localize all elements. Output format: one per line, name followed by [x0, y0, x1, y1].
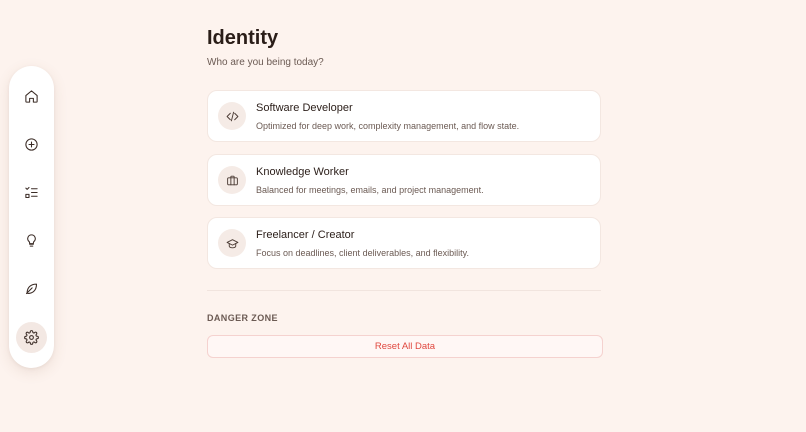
briefcase-icon-badge — [218, 166, 246, 194]
home-icon — [25, 90, 38, 103]
graduation-cap-icon — [226, 238, 238, 248]
page-subtitle: Who are you being today? — [207, 57, 324, 68]
identity-card-title: Freelancer / Creator — [256, 229, 355, 241]
identity-card-title: Software Developer — [256, 102, 353, 114]
identity-card-title: Knowledge Worker — [256, 166, 349, 178]
page-title: Identity — [207, 27, 279, 49]
identity-card-freelancer-creator[interactable]: Freelancer / Creator Focus on deadlines,… — [207, 217, 601, 269]
leaf-icon — [25, 283, 38, 295]
danger-zone-heading: DANGER ZONE — [207, 313, 278, 323]
sidebar-item-ideas[interactable] — [16, 225, 47, 256]
sidebar-item-settings[interactable] — [16, 322, 47, 353]
sidebar — [9, 66, 54, 368]
briefcase-icon — [226, 175, 238, 185]
identity-card-software-developer[interactable]: Software Developer Optimized for deep wo… — [207, 90, 601, 142]
sidebar-item-tasks[interactable] — [16, 177, 47, 208]
sidebar-item-home[interactable] — [16, 81, 47, 112]
gear-icon — [24, 330, 39, 345]
lightbulb-icon — [27, 234, 36, 247]
sidebar-item-wellness[interactable] — [16, 273, 47, 304]
checklist-icon — [25, 186, 38, 199]
section-divider — [207, 290, 601, 291]
sidebar-item-add[interactable] — [16, 129, 47, 160]
plus-circle-icon — [25, 138, 38, 151]
code-icon — [226, 111, 238, 121]
code-icon-badge — [218, 102, 246, 130]
graduation-cap-icon-badge — [218, 229, 246, 257]
identity-card-description: Balanced for meetings, emails, and proje… — [256, 185, 484, 195]
identity-card-knowledge-worker[interactable]: Knowledge Worker Balanced for meetings, … — [207, 154, 601, 206]
identity-card-description: Optimized for deep work, complexity mana… — [256, 121, 520, 131]
reset-all-data-button[interactable]: Reset All Data — [207, 335, 603, 358]
identity-card-description: Focus on deadlines, client deliverables,… — [256, 248, 469, 258]
